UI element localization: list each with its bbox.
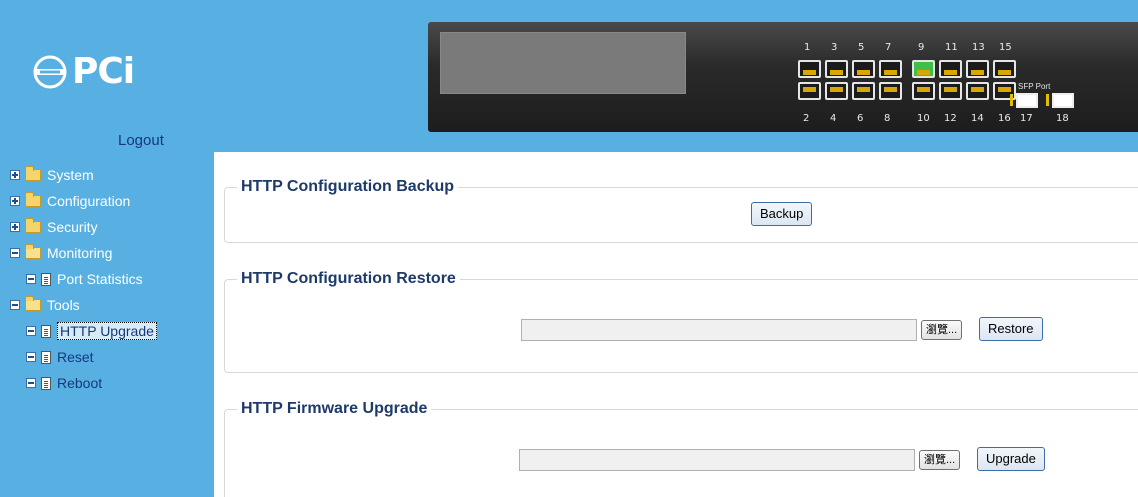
main-content: HTTP Configuration Backup Backup HTTP Co…: [214, 152, 1138, 497]
collapse-icon: [26, 274, 36, 284]
port-number-label: 14: [971, 113, 984, 124]
firmware-upgrade-section-title: HTTP Firmware Upgrade: [241, 400, 428, 417]
restore-file-input[interactable]: [521, 319, 917, 341]
restore-browse-button[interactable]: 瀏覽...: [921, 320, 963, 340]
sidebar-item-port-statistics[interactable]: Port Statistics: [0, 266, 214, 292]
port-number-label: 3: [831, 42, 838, 53]
ethernet-port-6[interactable]: [852, 82, 875, 100]
sidebar-item-label: Reset: [57, 349, 94, 365]
open-folder-icon: [25, 296, 41, 311]
port-number-label: 13: [972, 42, 985, 53]
collapse-icon[interactable]: [10, 248, 20, 258]
sidebar-item-security[interactable]: Security: [0, 214, 214, 240]
collapse-icon: [26, 352, 36, 362]
restore-section-title: HTTP Configuration Restore: [241, 270, 456, 287]
firmware-upgrade-section: HTTP Firmware Upgrade 瀏覽... Upgrade: [224, 400, 1138, 497]
document-icon: [41, 324, 51, 338]
sidebar-item-monitoring[interactable]: Monitoring: [0, 240, 214, 266]
sfp-port-label: SFP Port: [1018, 82, 1051, 91]
collapse-icon: [26, 326, 36, 336]
switch-display: [440, 32, 686, 94]
expand-icon[interactable]: [10, 222, 20, 232]
backup-section-title: HTTP Configuration Backup: [241, 178, 455, 195]
backup-button[interactable]: Backup: [751, 202, 813, 226]
ethernet-port-4[interactable]: [825, 82, 848, 100]
folder-icon: [25, 192, 41, 207]
port-number-label: 10: [917, 113, 930, 124]
logout-link[interactable]: Logout: [118, 132, 164, 149]
pci-logo-text: PCi: [72, 51, 135, 92]
sidebar-item-http-upgrade[interactable]: HTTP Upgrade: [0, 318, 214, 344]
document-icon: [41, 350, 51, 364]
port-number-label: 5: [858, 42, 865, 53]
port-number-label: 8: [884, 113, 891, 124]
sidebar-item-system[interactable]: System: [0, 162, 214, 188]
sidebar-item-label: Reboot: [57, 375, 103, 391]
collapse-icon: [26, 378, 36, 388]
ethernet-port-7[interactable]: [879, 60, 902, 78]
switch-front-panel: 1 3 5 7 9 11 13 15 2 4 6 8 10 12 14 16 17 18 SFP Port: [428, 22, 1138, 132]
port-number-label: 9: [918, 42, 925, 53]
collapse-icon[interactable]: [10, 300, 20, 310]
firmware-file-input[interactable]: [519, 449, 915, 471]
restore-button[interactable]: Restore: [979, 317, 1043, 341]
ethernet-port-12[interactable]: [939, 82, 962, 100]
sfp-led-icon: [1046, 94, 1049, 106]
sidebar-item-label: Configuration: [47, 193, 131, 209]
upgrade-button[interactable]: Upgrade: [977, 447, 1045, 471]
header: PCi Logout 1 3 5 7 9 11 13 15 2 4 6 8 10 12 14 16 17 18 S…: [0, 0, 1138, 152]
firmware-browse-button[interactable]: 瀏覽...: [919, 450, 961, 470]
ethernet-port-1[interactable]: [798, 60, 821, 78]
sidebar-item-tools[interactable]: Tools: [0, 292, 214, 318]
folder-icon: [25, 166, 41, 181]
port-number-label: 12: [944, 113, 957, 124]
sidebar-item-reboot[interactable]: Reboot: [0, 370, 214, 396]
ethernet-port-3[interactable]: [825, 60, 848, 78]
port-number-label: 7: [885, 42, 892, 53]
document-icon: [41, 272, 51, 286]
port-number-label: 2: [803, 113, 810, 124]
restore-section: HTTP Configuration Restore 瀏覽... Restore: [224, 270, 1138, 373]
ethernet-port-14[interactable]: [966, 82, 989, 100]
sidebar-item-label: Port Statistics: [57, 271, 143, 287]
port-number-label: 11: [945, 42, 958, 53]
port-number-label: 4: [830, 113, 837, 124]
sidebar-item-label: Tools: [47, 297, 80, 313]
port-number-label: 6: [857, 113, 864, 124]
sfp-led-icon: [1010, 94, 1013, 106]
port-number-label: 18: [1056, 113, 1069, 124]
ethernet-port-8[interactable]: [879, 82, 902, 100]
sidebar-item-label: System: [47, 167, 94, 183]
sidebar-item-reset[interactable]: Reset: [0, 344, 214, 370]
port-number-label: 1: [804, 42, 811, 53]
expand-icon[interactable]: [10, 196, 20, 206]
pci-globe-icon: [33, 55, 67, 89]
sfp-port-17[interactable]: [1016, 93, 1038, 108]
ethernet-port-2[interactable]: [798, 82, 821, 100]
open-folder-icon: [25, 244, 41, 259]
sfp-port-18[interactable]: [1052, 93, 1074, 108]
sidebar-item-configuration[interactable]: Configuration: [0, 188, 214, 214]
ethernet-port-5[interactable]: [852, 60, 875, 78]
sidebar-item-label: HTTP Upgrade: [57, 322, 157, 340]
ethernet-port-13[interactable]: [966, 60, 989, 78]
sidebar-item-label: Monitoring: [47, 245, 113, 261]
sidebar: System Configuration Security Monitoring…: [0, 152, 214, 497]
backup-section: HTTP Configuration Backup Backup: [224, 178, 1138, 243]
ethernet-port-11[interactable]: [939, 60, 962, 78]
pci-logo: PCi: [32, 51, 135, 92]
ethernet-port-9[interactable]: [912, 60, 935, 78]
port-number-label: 16: [998, 113, 1011, 124]
ethernet-port-10[interactable]: [912, 82, 935, 100]
folder-icon: [25, 218, 41, 233]
port-number-label: 17: [1020, 113, 1033, 124]
ethernet-port-15[interactable]: [993, 60, 1016, 78]
sidebar-item-label: Security: [47, 219, 98, 235]
expand-icon[interactable]: [10, 170, 20, 180]
document-icon: [41, 376, 51, 390]
port-number-label: 15: [999, 42, 1012, 53]
